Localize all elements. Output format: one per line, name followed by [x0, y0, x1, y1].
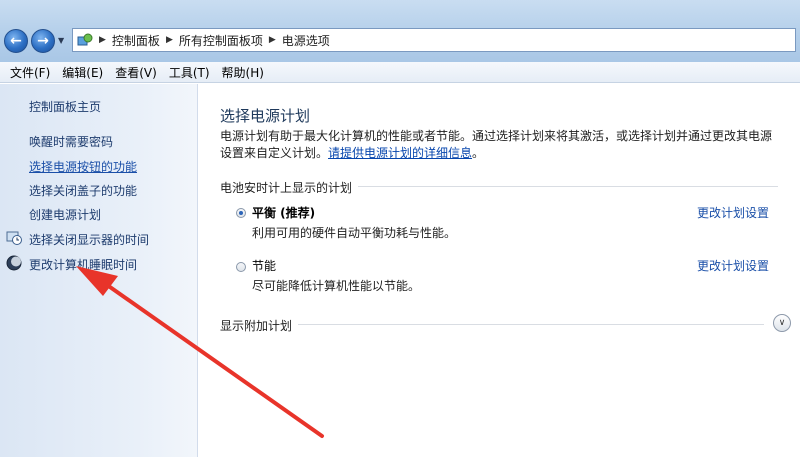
more-plans-label[interactable]: 显示附加计划 — [220, 317, 299, 334]
plan-balanced-name[interactable]: 平衡 (推荐) — [252, 204, 315, 221]
arrow-left-icon: ← — [10, 33, 22, 49]
menu-tools[interactable]: 工具(T) — [163, 64, 216, 81]
task-pane: 控制面板主页 唤醒时需要密码 选择电源按钮的功能 选择关闭盖子的功能 创建电源计… — [0, 84, 198, 457]
crumb-separator-icon[interactable]: ▶ — [99, 35, 106, 45]
crumb-separator-icon[interactable]: ▶ — [166, 35, 173, 45]
crumb-separator-icon[interactable]: ▶ — [269, 35, 276, 45]
sidebar-item-create-plan[interactable]: 创建电源计划 — [29, 206, 101, 223]
address-bar[interactable]: ▶ 控制面板 ▶ 所有控制面板项 ▶ 电源选项 — [72, 28, 796, 52]
main-content: 选择电源计划 电源计划有助于最大化计算机的性能或者节能。通过选择计划来将其激活，… — [198, 84, 800, 457]
plan-power-saver-settings-link[interactable]: 更改计划设置 — [697, 257, 769, 274]
recent-pages-dropdown-icon[interactable]: ▼ — [58, 36, 64, 45]
arrow-right-icon: → — [37, 33, 49, 49]
back-button[interactable]: ← — [4, 29, 28, 53]
menu-file[interactable]: 文件(F) — [4, 64, 56, 81]
breadcrumb-all-items[interactable]: 所有控制面板项 — [179, 32, 263, 49]
plan-balanced-radio[interactable] — [236, 208, 246, 218]
display-clock-icon — [6, 230, 22, 246]
plan-balanced-settings-link[interactable]: 更改计划设置 — [697, 204, 769, 221]
menu-help[interactable]: 帮助(H) — [216, 64, 270, 81]
menu-edit[interactable]: 编辑(E) — [56, 64, 109, 81]
control-panel-icon — [77, 32, 93, 48]
control-panel-home-link[interactable]: 控制面板主页 — [29, 98, 101, 115]
sidebar-item-wake-password[interactable]: 唤醒时需要密码 — [29, 133, 113, 150]
description-end: 。 — [472, 146, 485, 160]
group-divider — [358, 186, 778, 187]
chevron-down-icon: ∨ — [778, 318, 786, 328]
menu-view[interactable]: 查看(V) — [109, 64, 163, 81]
plan-power-saver-name[interactable]: 节能 — [252, 257, 276, 274]
plan-power-saver-radio[interactable] — [236, 262, 246, 272]
sidebar-item-sleep-time[interactable]: 更改计算机睡眠时间 — [29, 256, 137, 273]
page-title: 选择电源计划 — [220, 107, 311, 125]
sidebar-item-display-off[interactable]: 选择关闭显示器的时间 — [29, 231, 149, 248]
more-plans-divider — [298, 324, 764, 325]
expand-more-plans-button[interactable]: ∨ — [773, 314, 791, 332]
plans-group-label: 电池安时计上显示的计划 — [220, 179, 359, 196]
menu-bar: 文件(F) 编辑(E) 查看(V) 工具(T) 帮助(H) — [0, 62, 800, 83]
forward-button[interactable]: → — [31, 29, 55, 53]
description-text: 电源计划有助于最大化计算机的性能或者节能。通过选择计划来将其激活，或选择计划并通… — [220, 129, 773, 160]
address-toolbar: ← → ▼ ▶ 控制面板 ▶ 所有控制面板项 ▶ 电源选项 — [0, 0, 800, 63]
moon-sleep-icon — [6, 255, 22, 271]
page-description: 电源计划有助于最大化计算机的性能或者节能。通过选择计划来将其激活，或选择计划并通… — [220, 128, 780, 162]
plan-details-link[interactable]: 请提供电源计划的详细信息 — [328, 146, 472, 160]
breadcrumb-power-options[interactable]: 电源选项 — [282, 32, 330, 49]
sidebar-item-power-button[interactable]: 选择电源按钮的功能 — [29, 158, 137, 175]
sidebar-item-lid-close[interactable]: 选择关闭盖子的功能 — [29, 182, 137, 199]
breadcrumb-control-panel[interactable]: 控制面板 — [112, 32, 160, 49]
plan-power-saver-desc: 尽可能降低计算机性能以节能。 — [252, 279, 421, 293]
plan-balanced-desc: 利用可用的硬件自动平衡功耗与性能。 — [252, 226, 457, 240]
